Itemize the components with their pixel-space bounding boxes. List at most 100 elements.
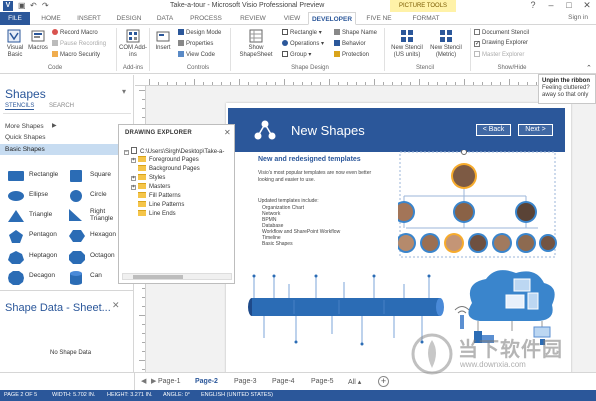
shape-decagon[interactable]: Decagon [3, 268, 63, 288]
ruler-tick [149, 79, 150, 85]
tab-insert[interactable]: INSERT [72, 12, 106, 25]
maximize-icon[interactable]: □ [560, 0, 578, 12]
shape-can[interactable]: Can [64, 268, 124, 288]
tab-format[interactable]: FORMAT [408, 12, 444, 25]
tree-node-masters[interactable]: + Masters [131, 183, 170, 191]
scrollbar-thumb[interactable] [133, 275, 183, 279]
shape-rectangle[interactable]: Rectangle [3, 167, 63, 187]
tab-page-3[interactable]: Page-3 [234, 378, 257, 385]
ruler-tick [401, 82, 402, 85]
horizontal-scrollbar[interactable] [122, 273, 232, 280]
tab-file[interactable]: FILE [0, 12, 30, 25]
rectangle-button[interactable]: Rectangle ▾ [282, 29, 322, 37]
properties-button[interactable]: Properties [178, 40, 213, 48]
back-button[interactable]: < Back [476, 124, 511, 136]
tab-five-ne[interactable]: FIVE NE [362, 12, 396, 25]
ruler-tick [428, 82, 429, 85]
shape-square[interactable]: Square [64, 167, 124, 187]
tree-node-styles[interactable]: + Styles [131, 174, 165, 182]
design-mode-button[interactable]: Design Mode [178, 29, 221, 37]
org-chart-diagram[interactable] [398, 150, 558, 260]
quick-shapes-item[interactable]: Quick Shapes [0, 132, 134, 143]
prev-page-icon[interactable]: ◀ [141, 377, 146, 385]
undo-icon[interactable]: ↶ [30, 1, 37, 10]
save-icon[interactable]: ▣ [18, 1, 26, 10]
tree-node-fill-patterns[interactable]: +Fill Patterns [131, 192, 181, 200]
tab-all-pages[interactable]: All ▴ [348, 378, 361, 386]
help-icon[interactable]: ? [524, 0, 542, 12]
triangle-shape-icon [8, 210, 24, 222]
tab-data[interactable]: DATA [152, 12, 178, 25]
more-shapes-item[interactable]: More Shapes ▶ [0, 121, 134, 132]
shape-data-pane: Shape Data - Sheet... ✕ No Shape Data [0, 290, 134, 372]
expand-icon[interactable]: + [131, 185, 136, 190]
tree-root[interactable]: − C:\Users\Sirgh\Desktop\Take-a- [124, 147, 224, 156]
tab-developer[interactable]: DEVELOPER [308, 12, 356, 25]
tab-search[interactable]: SEARCH [49, 103, 74, 109]
tab-review[interactable]: REVIEW [234, 12, 272, 25]
status-bar: PAGE 2 OF 5 WIDTH: 5.702 IN. HEIGHT: 3.2… [0, 390, 596, 401]
document-stencil-checkbox[interactable]: Document Stencil [474, 29, 529, 37]
ruler-tick [527, 82, 528, 85]
tab-page-1[interactable]: Page-1 [158, 378, 181, 385]
close-icon[interactable]: ✕ [578, 0, 596, 12]
page-banner: New Shapes < Back Next > [228, 108, 565, 152]
tree-node-background-pages[interactable]: +Background Pages [131, 165, 200, 173]
add-page-button[interactable]: + [378, 376, 389, 387]
shape-hexagon[interactable]: Hexagon [64, 227, 124, 247]
shape-octagon[interactable]: Octagon [64, 248, 124, 268]
shape-right-triangle[interactable]: Right Triangle [64, 204, 124, 224]
unpin-ribbon-icon[interactable]: ⌃ [586, 65, 592, 72]
shape-pentagon[interactable]: Pentagon [3, 227, 63, 247]
view-code-button[interactable]: View Code [178, 51, 215, 59]
group-button[interactable]: Group ▾ [282, 51, 311, 59]
properties-icon [178, 40, 184, 46]
drawing-explorer-checkbox[interactable]: Drawing Explorer [474, 40, 528, 47]
close-icon[interactable]: ✕ [224, 128, 231, 137]
pause-recording-button[interactable]: Pause Recording [52, 40, 106, 48]
status-language[interactable]: ENGLISH (UNITED STATES) [201, 390, 273, 401]
shape-heptagon[interactable]: Heptagon [3, 248, 63, 268]
minimize-icon[interactable]: – [542, 0, 560, 12]
tab-view[interactable]: VIEW [278, 12, 306, 25]
shape-ellipse[interactable]: Ellipse [3, 187, 63, 207]
tab-stencils[interactable]: STENCILS [5, 103, 35, 110]
tab-page-4[interactable]: Page-4 [272, 378, 295, 385]
timeline-diagram[interactable] [244, 272, 449, 360]
behavior-icon [334, 40, 340, 46]
tab-process[interactable]: PROCESS [186, 12, 226, 25]
next-button[interactable]: Next > [518, 124, 553, 136]
network-diagram[interactable] [452, 265, 564, 350]
record-macro-button[interactable]: Record Macro [52, 29, 98, 37]
page-tabs-bar: ◀ ▶ Page-1 Page-2 Page-3 Page-4 Page-5 A… [135, 372, 596, 390]
operations-button[interactable]: Operations ▾ [282, 40, 324, 48]
ruler-tick [275, 82, 276, 85]
tree-node-line-ends[interactable]: +Line Ends [131, 210, 176, 218]
next-page-icon[interactable]: ▶ [151, 377, 156, 385]
status-page[interactable]: PAGE 2 OF 5 [4, 390, 37, 401]
group-icon [282, 51, 288, 57]
pane-pin-icon[interactable]: ▾ [122, 87, 126, 96]
signin-link[interactable]: Sign in [568, 14, 588, 21]
expand-icon[interactable]: + [131, 176, 136, 181]
new-stencil-us-label: New Stencil (US units) [391, 45, 423, 58]
shape-name-button[interactable]: Shape Name [334, 29, 377, 37]
collapse-icon[interactable]: − [124, 150, 129, 155]
tree-node-line-patterns[interactable]: +Line Patterns [131, 201, 184, 209]
tab-page-5[interactable]: Page-5 [311, 378, 334, 385]
redo-icon[interactable]: ↷ [42, 1, 49, 10]
close-icon[interactable]: ✕ [112, 300, 120, 311]
insert-control-label: Insert [155, 45, 171, 51]
shape-triangle[interactable]: Triangle [3, 207, 63, 227]
expand-icon[interactable]: + [131, 158, 136, 163]
macro-security-button[interactable]: Macro Security [52, 51, 100, 59]
behavior-button[interactable]: Behavior [334, 40, 366, 48]
tab-page-2[interactable]: Page-2 [195, 378, 218, 385]
tree-node-label: Foreground Pages [149, 157, 199, 163]
tree-node-foreground-pages[interactable]: + Foreground Pages [131, 156, 199, 164]
tab-home[interactable]: HOME [36, 12, 66, 25]
protection-button[interactable]: Protection [334, 51, 369, 59]
basic-shapes-item[interactable]: Basic Shapes [0, 144, 134, 155]
master-explorer-checkbox[interactable]: Master Explorer [474, 51, 524, 59]
tab-design[interactable]: DESIGN [112, 12, 146, 25]
